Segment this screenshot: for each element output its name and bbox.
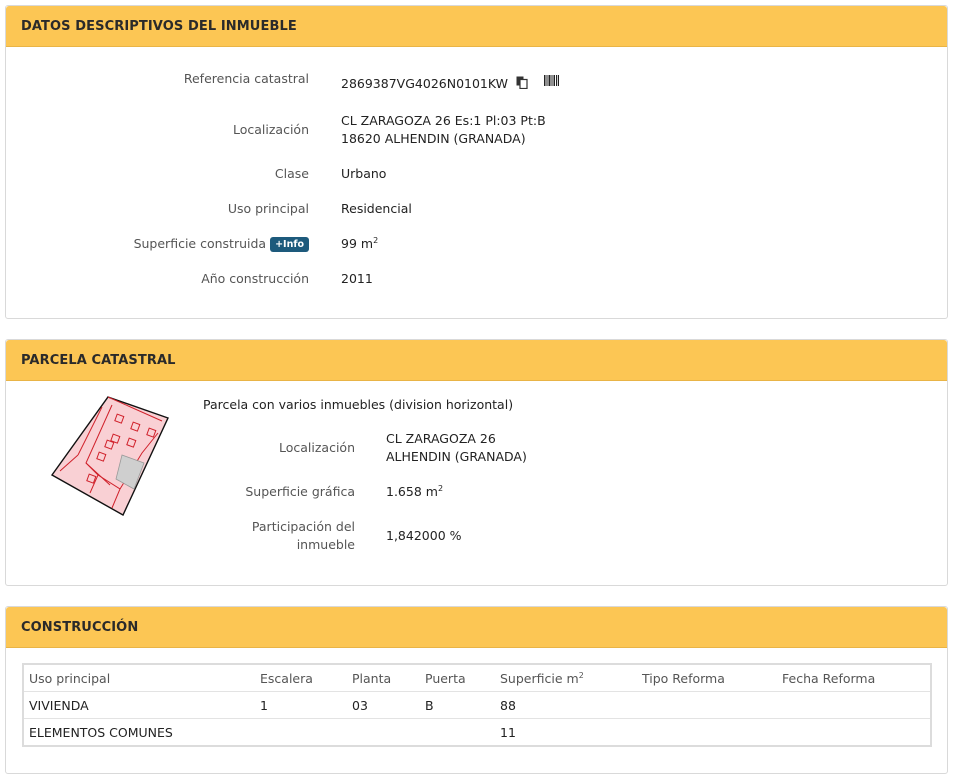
parcela-description: Parcela con varios inmuebles (division h… [203, 397, 514, 412]
referencia-value-row: 2869387VG4026N0101KW [341, 73, 559, 94]
uso-principal-value: Residencial [341, 201, 412, 216]
cell-superficie: 88 [495, 691, 637, 719]
parcela-localizacion-line2: ALHENDIN (GRANADA) [386, 449, 527, 464]
clase-label: Clase [274, 166, 309, 181]
construccion-title: CONSTRUCCIÓN [6, 607, 947, 648]
superficie-grafica-value: 1.658 m [386, 484, 438, 499]
datos-descriptivos-panel: DATOS DESCRIPTIVOS DEL INMUEBLE Referenc… [5, 5, 948, 319]
cell-planta: 03 [347, 691, 420, 719]
anio-construccion-value: 2011 [341, 271, 373, 286]
participacion-label-line1: Participación del [251, 519, 355, 534]
superficie-grafica-exp: 2 [437, 483, 444, 493]
copy-icon[interactable] [516, 76, 528, 94]
participacion-label-line2: inmueble [296, 537, 355, 552]
clase-value: Urbano [341, 166, 387, 181]
uso-principal-label: Uso principal [227, 201, 309, 216]
datos-descriptivos-title: DATOS DESCRIPTIVOS DEL INMUEBLE [6, 6, 947, 47]
col-uso-principal: Uso principal [23, 664, 255, 692]
col-superficie: Superficie m2 [495, 664, 637, 692]
superficie-construida-label-row: Superficie construida +Info [134, 235, 309, 253]
construccion-panel: CONSTRUCCIÓN Uso principal Escalera Plan… [5, 606, 948, 774]
col-fecha-reforma: Fecha Reforma [777, 664, 931, 692]
cell-uso: VIVIENDA [23, 691, 255, 719]
referencia-value: 2869387VG4026N0101KW [341, 76, 508, 91]
col-tipo-reforma: Tipo Reforma [637, 664, 777, 692]
col-superficie-label: Superficie m [500, 670, 579, 686]
cell-planta [347, 718, 420, 747]
superficie-construida-label: Superficie construida [133, 236, 267, 251]
cell-tipo-reforma [637, 718, 777, 747]
parcel-map-svg [50, 396, 169, 516]
cell-fecha-reforma [777, 691, 931, 719]
parcela-catastral-title: PARCELA CATASTRAL [6, 340, 947, 381]
superficie-construida-value-row: 99 m2 [341, 235, 378, 253]
superficie-construida-exp: 2 [373, 235, 379, 245]
superficie-grafica-label: Superficie gráfica [245, 484, 355, 499]
cell-escalera [255, 718, 347, 747]
cell-uso: ELEMENTOS COMUNES [23, 718, 255, 747]
col-superficie-exp: 2 [578, 670, 584, 680]
cell-puerta: B [420, 691, 495, 719]
parcela-localizacion-label: Localización [278, 440, 355, 455]
col-puerta: Puerta [420, 664, 495, 692]
superficie-construida-value: 99 m [341, 236, 374, 251]
table-row: ELEMENTOS COMUNES 11 [23, 718, 931, 747]
cell-escalera: 1 [255, 691, 347, 719]
superficie-grafica-value-row: 1.658 m2 [386, 483, 443, 501]
parcela-catastral-panel: PARCELA CATASTRAL Parcela con varios inm… [5, 339, 948, 586]
participacion-value: 1,842000 % [386, 528, 462, 543]
info-badge-button[interactable]: +Info [270, 237, 309, 252]
col-planta: Planta [347, 664, 420, 692]
participacion-label: Participación del inmueble [252, 518, 355, 554]
table-row: VIVIENDA 1 03 B 88 [23, 691, 931, 719]
cell-puerta [420, 718, 495, 747]
parcel-map[interactable] [50, 393, 174, 519]
cell-superficie: 11 [495, 718, 637, 747]
col-escalera: Escalera [255, 664, 347, 692]
cell-tipo-reforma [637, 691, 777, 719]
localizacion-line1: CL ZARAGOZA 26 Es:1 Pl:03 Pt:B [341, 113, 546, 128]
construccion-table: Uso principal Escalera Planta Puerta Sup… [22, 663, 932, 747]
barcode-icon[interactable] [543, 73, 559, 91]
parcela-localizacion-line1: CL ZARAGOZA 26 [386, 431, 496, 446]
referencia-label: Referencia catastral [183, 71, 309, 86]
localizacion-line2: 18620 ALHENDIN (GRANADA) [341, 131, 526, 146]
table-header-row: Uso principal Escalera Planta Puerta Sup… [23, 664, 931, 692]
localizacion-label: Localización [232, 122, 309, 137]
anio-construccion-label: Año construcción [201, 271, 309, 286]
cell-fecha-reforma [777, 718, 931, 747]
